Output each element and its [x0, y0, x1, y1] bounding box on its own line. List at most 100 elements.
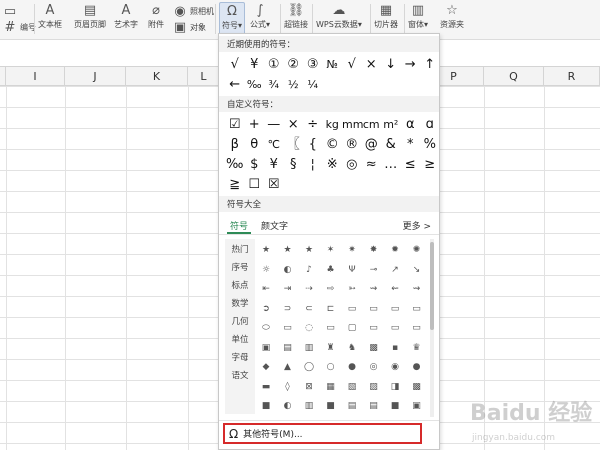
symbol-grid-cell[interactable]: ◉: [386, 358, 404, 376]
symbol-grid-cell[interactable]: ⋅: [386, 417, 404, 418]
symbol-cell[interactable]: θ: [245, 135, 265, 155]
symbol-grid-cell[interactable]: ◨: [386, 378, 404, 396]
symbol-grid-cell[interactable]: ➲: [257, 300, 275, 318]
symbol-cell[interactable]: ↑: [420, 55, 440, 75]
symbol-grid-cell[interactable]: ⊂: [300, 300, 318, 318]
symbol-grid-cell[interactable]: ↘: [408, 261, 426, 279]
symbol-grid-cell[interactable]: ★: [257, 241, 275, 259]
symbol-cell[interactable]: ©: [323, 135, 343, 155]
symbol-cell[interactable]: …: [381, 155, 401, 175]
symbol-cell[interactable]: ≈: [362, 155, 382, 175]
symbol-grid-cell[interactable]: ▭: [322, 319, 340, 337]
symbol-grid-cell[interactable]: ★: [300, 241, 318, 259]
tab-emoticons[interactable]: 颜文字: [261, 219, 288, 232]
category-punctuation[interactable]: 标点: [225, 279, 255, 291]
column-header-r[interactable]: R: [544, 67, 600, 86]
symbol-grid-cell[interactable]: ■: [322, 397, 340, 415]
symbol-grid-cell[interactable]: ⇥: [279, 280, 297, 298]
symbol-cell[interactable]: β: [225, 135, 245, 155]
column-header-j[interactable]: J: [65, 67, 126, 86]
symbol-cell[interactable]: ≥: [420, 155, 440, 175]
symbol-grid-cell[interactable]: ◊: [279, 378, 297, 396]
symbol-cell[interactable]: ¦: [303, 155, 323, 175]
symbol-grid-cell[interactable]: ■: [386, 397, 404, 415]
symbol-grid-cell[interactable]: ♪: [300, 261, 318, 279]
symbol-grid-cell[interactable]: ⋯: [343, 417, 361, 418]
symbol-grid-cell[interactable]: ⊠: [300, 378, 318, 396]
symbol-grid-cell[interactable]: ▲: [279, 358, 297, 376]
symbol-grid-cell[interactable]: ▩: [408, 378, 426, 396]
slicer-button[interactable]: ▦ 切片器: [374, 2, 398, 36]
form-button[interactable]: ▥ 窗体▾: [408, 2, 428, 36]
numbering-button[interactable]: # 编号: [2, 20, 36, 35]
category-math[interactable]: 数学: [225, 297, 255, 309]
symbol-grid-cell[interactable]: ▩: [365, 339, 383, 357]
symbol-cell[interactable]: ←: [225, 75, 245, 95]
wordart-button[interactable]: A 艺术字: [114, 2, 138, 36]
symbol-cell[interactable]: @: [362, 135, 382, 155]
symbol-cell[interactable]: §: [284, 155, 304, 175]
symbol-grid-cell[interactable]: ★: [279, 241, 297, 259]
symbol-cell[interactable]: →: [401, 55, 421, 75]
symbol-grid-cell[interactable]: ▤: [343, 397, 361, 415]
symbol-grid-cell[interactable]: ⇢: [300, 280, 318, 298]
symbol-grid-cell[interactable]: ▭: [386, 300, 404, 318]
symbol-grid-cell[interactable]: ↗: [386, 261, 404, 279]
camera-button[interactable]: ◉ 照相机: [172, 4, 214, 19]
symbol-cell[interactable]: ℃: [264, 135, 284, 155]
symbol-button[interactable]: Ω 符号▾: [219, 2, 246, 36]
symbol-grid-cell[interactable]: ▭: [343, 300, 361, 318]
symbol-grid-cell[interactable]: ◯: [300, 358, 318, 376]
scrollbar-thumb[interactable]: [430, 242, 434, 330]
symbol-cell[interactable]: α: [401, 115, 421, 135]
more-link[interactable]: 更多 >: [403, 219, 431, 232]
symbol-grid-cell[interactable]: ♛: [408, 339, 426, 357]
symbol-cell[interactable]: ɑ: [420, 115, 440, 135]
other-symbols-button[interactable]: Ω 其他符号(M)...: [223, 423, 422, 444]
symbol-grid-cell[interactable]: ▪: [386, 339, 404, 357]
symbol-cell[interactable]: {: [303, 135, 323, 155]
symbol-cell[interactable]: +: [245, 115, 265, 135]
symbol-cell[interactable]: ☒: [264, 175, 284, 195]
symbol-cell[interactable]: √: [342, 55, 362, 75]
symbol-cell[interactable]: ≧: [225, 175, 245, 195]
symbol-cell[interactable]: ☑: [225, 115, 245, 135]
symbol-grid-cell[interactable]: ✸: [365, 241, 383, 259]
symbol-cell[interactable]: ¥: [264, 155, 284, 175]
category-geometry[interactable]: 几何: [225, 315, 255, 327]
symbol-grid-cell[interactable]: ♣: [322, 261, 340, 279]
category-unit[interactable]: 单位: [225, 333, 255, 345]
symbol-cell[interactable]: ‰: [245, 75, 265, 95]
symbol-grid-cell[interactable]: ▥: [300, 339, 318, 357]
symbol-cell[interactable]: ½: [284, 75, 304, 95]
symbol-grid-cell[interactable]: ▭: [408, 319, 426, 337]
symbol-grid-cell[interactable]: ⋅: [365, 417, 383, 418]
tab-symbols[interactable]: 符号: [230, 219, 248, 232]
symbol-grid-cell[interactable]: Ψ: [343, 261, 361, 279]
symbol-cell[interactable]: ≤: [401, 155, 421, 175]
category-hot[interactable]: 热门: [225, 243, 255, 255]
symbol-cell[interactable]: ①: [264, 55, 284, 75]
symbol-grid-cell[interactable]: ◦: [279, 417, 297, 418]
symbol-grid-cell[interactable]: ∗: [257, 417, 275, 418]
symbol-grid-cell[interactable]: ●: [408, 358, 426, 376]
symbol-cell[interactable]: ‰: [225, 155, 245, 175]
symbol-cell[interactable]: mm: [342, 115, 363, 135]
symbol-grid-cell[interactable]: ▬: [257, 378, 275, 396]
symbol-grid-cell[interactable]: ▭: [279, 319, 297, 337]
symbol-grid-cell[interactable]: ●: [343, 358, 361, 376]
symbol-cell[interactable]: kg: [323, 115, 343, 135]
symbol-grid-cell[interactable]: ▤: [365, 397, 383, 415]
symbol-cell[interactable]: ◎: [342, 155, 362, 175]
symbol-grid-cell[interactable]: ➳: [343, 280, 361, 298]
symbol-grid-cell[interactable]: ⬭: [257, 319, 275, 337]
symbol-cell[interactable]: —: [264, 115, 284, 135]
symbol-cell[interactable]: ③: [303, 55, 323, 75]
column-header-q[interactable]: Q: [484, 67, 544, 86]
symbol-cell[interactable]: ÷: [303, 115, 323, 135]
hyperlink-button[interactable]: ⛓ 超链接: [284, 2, 308, 36]
symbol-grid-cell[interactable]: ▧: [343, 378, 361, 396]
symbol-grid-cell[interactable]: ⇝: [408, 280, 426, 298]
symbol-cell[interactable]: %: [420, 135, 440, 155]
symbol-cell[interactable]: ※: [323, 155, 343, 175]
